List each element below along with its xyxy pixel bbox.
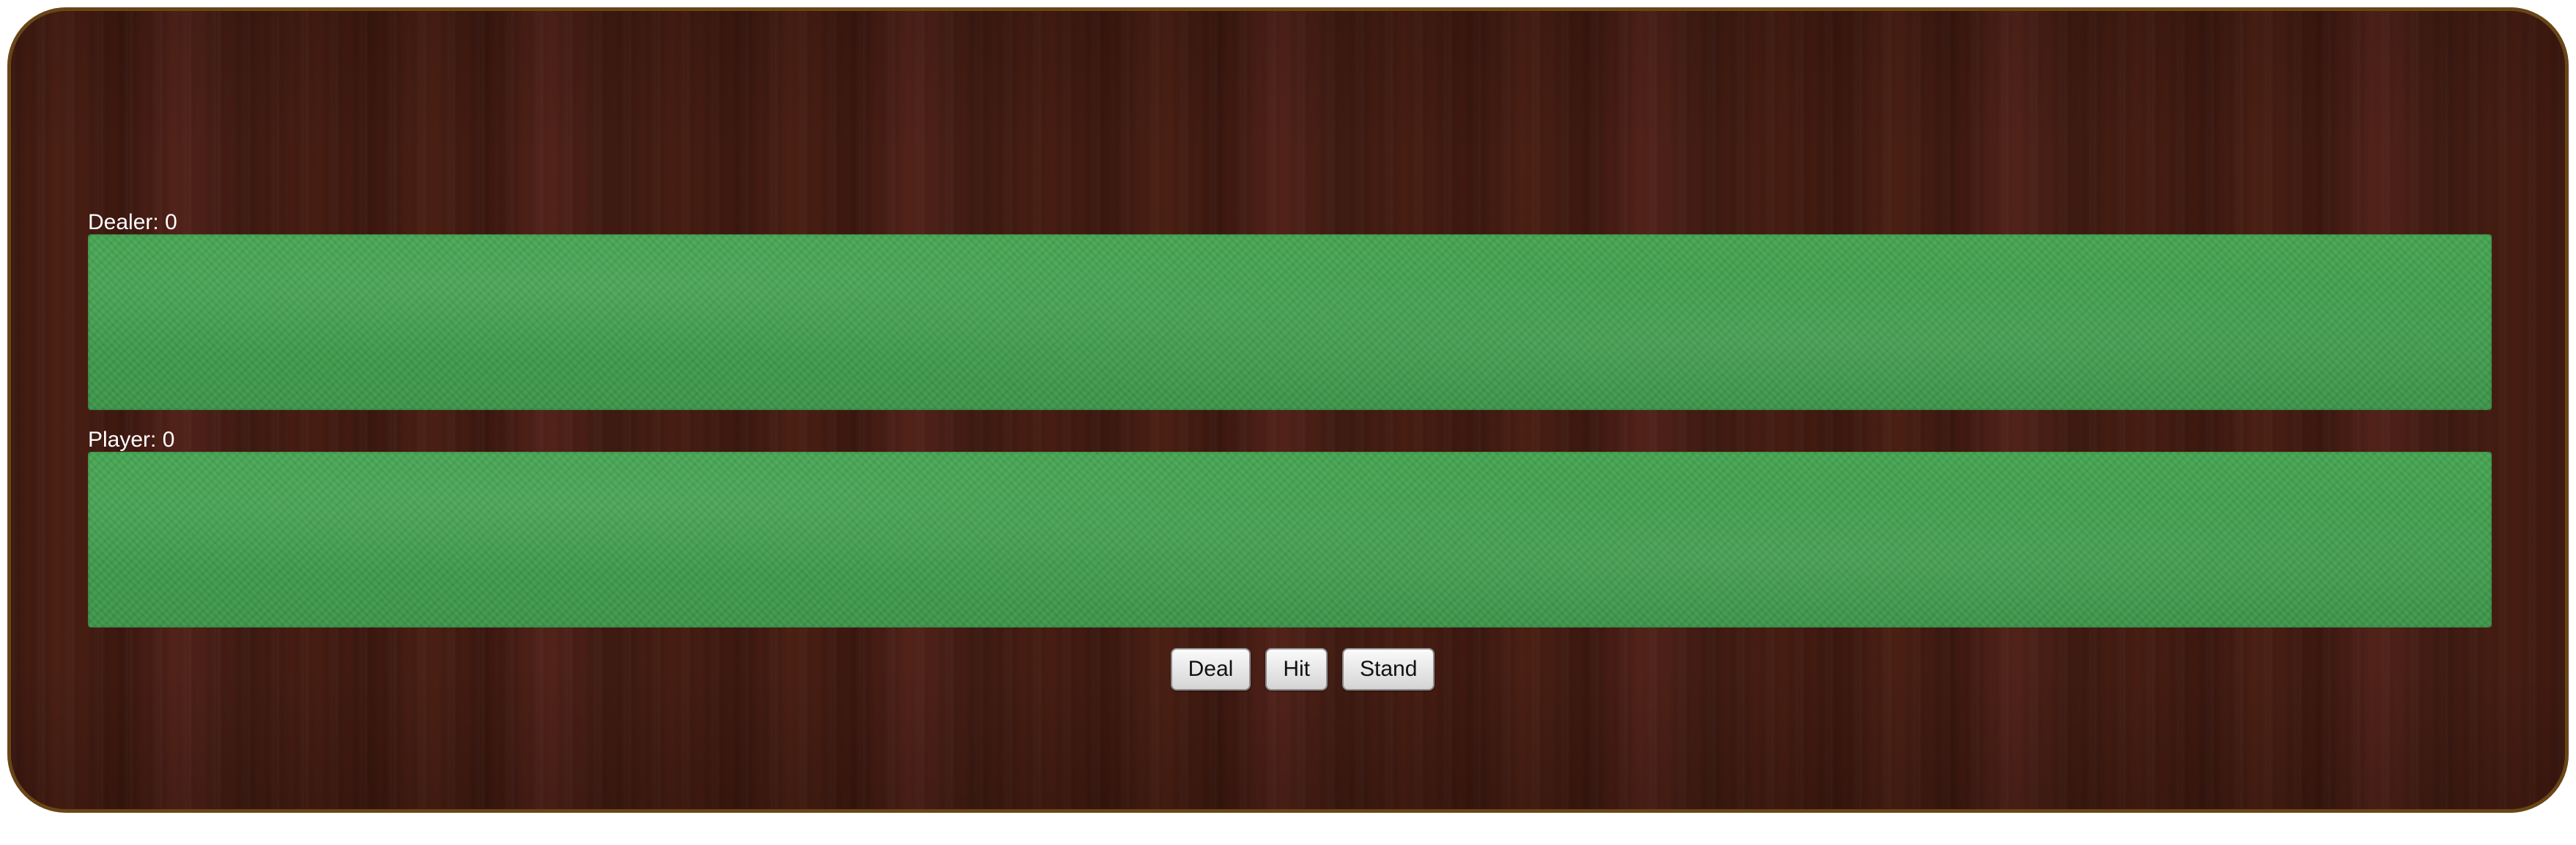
player-hand-area xyxy=(88,452,2492,628)
player-score-label: Player: 0 xyxy=(88,428,174,453)
stand-button[interactable]: Stand xyxy=(1341,648,1435,690)
player-score-value: 0 xyxy=(162,428,175,452)
hit-button[interactable]: Hit xyxy=(1265,648,1328,690)
dealer-score-label: Dealer: 0 xyxy=(88,210,177,235)
dealer-hand-area xyxy=(88,234,2492,410)
deal-button[interactable]: Deal xyxy=(1170,648,1251,690)
dealer-label-text: Dealer: xyxy=(88,210,159,234)
blackjack-table: Dealer: 0 Player: 0 Deal Hit Stand xyxy=(7,7,2569,813)
dealer-score-value: 0 xyxy=(165,210,177,234)
player-label-text: Player: xyxy=(88,428,157,452)
game-controls: Deal Hit Stand xyxy=(26,648,2565,690)
